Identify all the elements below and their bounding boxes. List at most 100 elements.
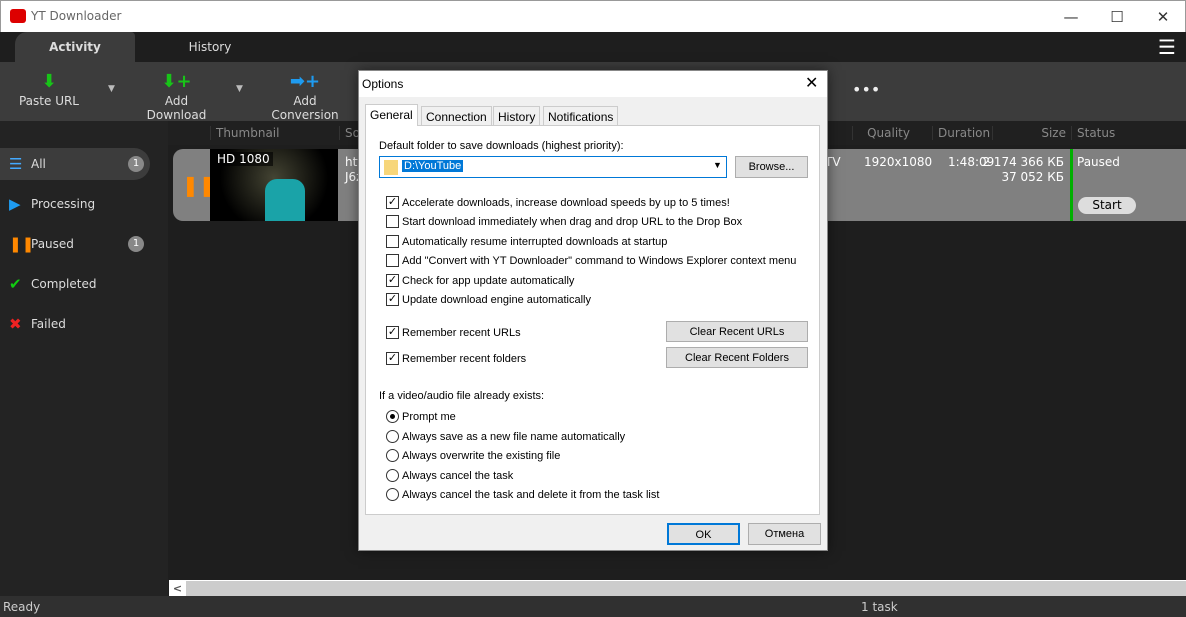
radio-label: Always cancel the task and delete it fro… [402, 488, 660, 501]
add-conversion-icon: ➡+ [289, 71, 321, 92]
radio-prompt[interactable]: Prompt me [386, 410, 456, 423]
ok-button[interactable]: OK [667, 523, 740, 545]
horizontal-scrollbar[interactable]: < [169, 580, 1186, 596]
main-tabs: Activity History ☰ [0, 32, 1186, 62]
folder-label: Default folder to save downloads (highes… [379, 140, 624, 152]
general-panel: Default folder to save downloads (highes… [365, 125, 820, 515]
radio-label: Always save as a new file name automatic… [402, 430, 626, 443]
checkbox-remember-urls[interactable]: ✓ Remember recent URLs [386, 326, 521, 339]
play-icon: ▶ [9, 195, 21, 213]
checkbox-start-immediately[interactable]: Start download immediately when drag and… [386, 215, 742, 228]
checkbox-icon [386, 215, 399, 228]
col-thumbnail[interactable]: Thumbnail [210, 126, 279, 140]
quality-badge: HD 1080 [214, 152, 273, 166]
col-duration[interactable]: Duration [932, 126, 990, 140]
exists-label: If a video/audio file already exists: [379, 390, 545, 402]
sidebar-item-processing[interactable]: ▶ Processing [0, 188, 150, 220]
paste-url-dropdown-icon[interactable]: ▼ [108, 84, 115, 94]
hamburger-menu-icon[interactable]: ☰ [1158, 37, 1176, 57]
checkbox-label: Check for app update automatically [402, 274, 575, 287]
close-button[interactable]: ✕ [1143, 5, 1183, 29]
radio-icon [386, 488, 399, 501]
tab-activity[interactable]: Activity [15, 32, 135, 62]
list-icon: ☰ [9, 155, 23, 173]
checkbox-remember-folders[interactable]: ✓ Remember recent folders [386, 352, 526, 365]
checkbox-label: Add "Convert with YT Downloader" command… [402, 254, 797, 267]
col-size[interactable]: Size [992, 126, 1070, 140]
cancel-button[interactable]: Отмена [748, 523, 821, 545]
sidebar-item-completed[interactable]: ✔ Completed [0, 268, 150, 300]
app-logo-icon [10, 9, 26, 23]
checkbox-label: Automatically resume interrupted downloa… [402, 235, 668, 248]
check-icon: ✔ [9, 275, 22, 293]
add-conversion-button[interactable]: ➡+ Add Conversion [260, 70, 350, 122]
checkbox-icon: ✓ [386, 196, 399, 209]
checkbox-icon: ✓ [386, 352, 399, 365]
download-arrow-icon: ⬇ [41, 71, 57, 92]
checkbox-icon: ✓ [386, 274, 399, 287]
person-figure [265, 179, 305, 221]
paste-url-button[interactable]: ⬇ Paste URL [14, 70, 84, 108]
checkbox-icon [386, 254, 399, 267]
col-quality[interactable]: Quality [852, 126, 930, 140]
more-options-button[interactable]: ••• [852, 80, 880, 99]
size-total: 2 174 366 КБ [982, 155, 1064, 169]
checkbox-label: Remember recent URLs [402, 326, 521, 339]
x-icon: ✖ [9, 315, 22, 333]
dialog-close-button[interactable]: ✕ [805, 73, 818, 93]
pause-icon: ❚❚ [9, 235, 35, 253]
folder-combobox[interactable]: D:\YouTube ▼ [379, 156, 727, 178]
radio-icon [386, 430, 399, 443]
status-text: Ready [3, 600, 41, 614]
col-status[interactable]: Status [1071, 126, 1115, 140]
checkbox-icon: ✓ [386, 293, 399, 306]
checkbox-app-update[interactable]: ✓ Check for app update automatically [386, 274, 574, 287]
status-bar: Ready 1 task [0, 596, 1186, 617]
radio-cancel-delete[interactable]: Always cancel the task and delete it fro… [386, 488, 659, 501]
clear-urls-button[interactable]: Clear Recent URLs [666, 321, 808, 342]
scroll-left-icon[interactable]: < [169, 581, 186, 596]
task-count: 1 task [861, 600, 898, 614]
sidebar-item-failed[interactable]: ✖ Failed [0, 308, 150, 340]
tab-history[interactable]: History [493, 106, 541, 126]
radio-label: Always cancel the task [402, 469, 514, 482]
checkbox-auto-resume[interactable]: Automatically resume interrupted downloa… [386, 235, 667, 248]
sidebar-item-all[interactable]: ☰ All 1 [0, 148, 150, 180]
tab-general[interactable]: General [365, 104, 418, 126]
folder-value: D:\YouTube [402, 160, 464, 172]
checkbox-icon: ✓ [386, 326, 399, 339]
minimize-button[interactable]: — [1051, 5, 1091, 29]
thumbnail: HD 1080 [210, 149, 338, 221]
radio-new-name[interactable]: Always save as a new file name automatic… [386, 430, 625, 443]
folder-icon [384, 160, 398, 175]
radio-overwrite[interactable]: Always overwrite the existing file [386, 449, 560, 462]
checkbox-label: Update download engine automatically [402, 293, 591, 306]
radio-label: Always overwrite the existing file [402, 449, 561, 462]
title-bar: YT Downloader — ☐ ✕ [0, 0, 1186, 32]
quality: 1920x1080 [864, 155, 933, 169]
browse-button[interactable]: Browse... [735, 156, 808, 178]
dialog-titlebar: Options ✕ [359, 71, 827, 97]
checkbox-accelerate[interactable]: ✓ Accelerate downloads, increase download… [386, 196, 730, 209]
radio-cancel[interactable]: Always cancel the task [386, 469, 513, 482]
radio-icon [386, 469, 399, 482]
dialog-title: Options [362, 77, 404, 91]
checkbox-context-menu[interactable]: Add "Convert with YT Downloader" command… [386, 254, 796, 267]
clear-folders-button[interactable]: Clear Recent Folders [666, 347, 808, 368]
app-title: YT Downloader [31, 9, 122, 23]
add-download-dropdown-icon[interactable]: ▼ [236, 84, 243, 94]
size-downloaded: 37 052 КБ [1001, 170, 1064, 184]
count-badge: 1 [128, 156, 144, 172]
start-button[interactable]: Start [1078, 197, 1136, 214]
maximize-button[interactable]: ☐ [1097, 5, 1137, 29]
checkbox-engine-update[interactable]: ✓ Update download engine automatically [386, 293, 591, 306]
col-source[interactable]: So [339, 126, 360, 140]
checkbox-icon [386, 235, 399, 248]
tab-notifications[interactable]: Notifications [543, 106, 619, 126]
add-download-button[interactable]: ⬇+ Add Download [134, 70, 219, 122]
sidebar-item-paused[interactable]: ❚❚ Paused 1 [0, 228, 150, 260]
tab-history[interactable]: History [150, 32, 270, 62]
chevron-down-icon[interactable]: ▼ [713, 160, 722, 170]
checkbox-label: Remember recent folders [402, 352, 527, 365]
tab-connection[interactable]: Connection [421, 106, 492, 126]
